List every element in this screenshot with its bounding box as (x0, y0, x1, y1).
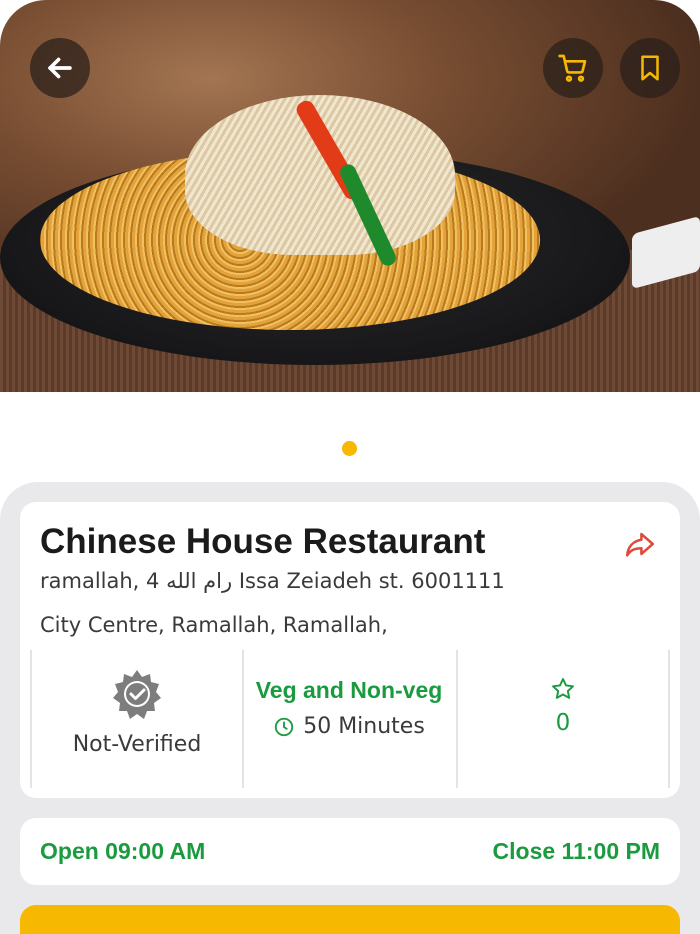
carousel-indicator[interactable] (342, 441, 357, 456)
back-button[interactable] (30, 38, 90, 98)
restaurant-name: Chinese House Restaurant (40, 522, 486, 561)
clock-icon (275, 717, 294, 736)
bookmark-button[interactable] (620, 38, 680, 98)
share-button[interactable] (622, 526, 658, 562)
opening-hours-card: Open 09:00 AM Close 11:00 PM (20, 818, 680, 885)
address-line-1: ramallah, 4 رام الله Issa Zeiadeh st. 60… (40, 569, 505, 593)
rating[interactable]: 0 (458, 650, 668, 788)
star-outline-icon (552, 678, 574, 699)
delivery-time-label: 50 Minutes (303, 714, 425, 739)
verified-badge-icon (113, 670, 161, 719)
cart-button[interactable] (543, 38, 603, 98)
bottom-action-button[interactable] (20, 905, 680, 934)
arrow-left-icon (48, 57, 72, 79)
restaurant-detail-screen: Chinese House Restaurant ramallah, 4 رام… (0, 0, 700, 934)
delivery-time: 50 Minutes (273, 714, 425, 739)
close-time: Close 11:00 PM (492, 838, 660, 864)
address-line-2: City Centre, Ramallah, Ramallah, (40, 613, 388, 637)
divider (668, 650, 670, 788)
verification-label: Not-Verified (72, 732, 202, 757)
open-time: Open 09:00 AM (40, 838, 206, 864)
diet-and-time: Veg and Non-veg 50 Minutes (244, 650, 454, 788)
verification-status: Not-Verified (32, 650, 242, 788)
share-icon (625, 532, 655, 557)
restaurant-info-card: Chinese House Restaurant ramallah, 4 رام… (20, 502, 680, 798)
bookmark-icon (641, 55, 659, 81)
diet-type-label: Veg and Non-veg (255, 677, 443, 703)
rating-value: 0 (555, 710, 571, 736)
shopping-cart-icon (558, 54, 587, 82)
